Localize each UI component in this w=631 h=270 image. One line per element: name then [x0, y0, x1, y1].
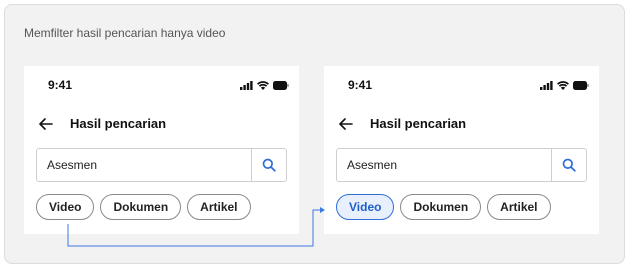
search-input[interactable] — [37, 149, 251, 181]
chip-video[interactable]: Video — [36, 194, 95, 220]
status-bar: 9:41 — [324, 76, 599, 92]
wifi-icon — [557, 80, 569, 90]
status-time: 9:41 — [348, 78, 373, 92]
search-box — [36, 148, 287, 182]
search-icon — [262, 158, 276, 172]
app-bar: Hasil pencarian — [324, 114, 599, 136]
phone-screen-after: 9:41 Hasil pencarian Asesmen Video Dokum… — [324, 66, 599, 234]
search-button[interactable] — [251, 149, 286, 181]
search-icon — [562, 158, 576, 172]
search-button[interactable] — [551, 149, 586, 181]
arrow-left-icon[interactable] — [338, 116, 354, 132]
filter-chips: Video Dokumen Artikel — [336, 194, 551, 220]
app-bar: Hasil pencarian — [24, 114, 299, 136]
wifi-icon — [257, 80, 269, 90]
search-box — [336, 148, 587, 182]
arrow-left-icon[interactable] — [38, 116, 54, 132]
battery-icon — [273, 80, 289, 90]
flow-caption: Memfilter hasil pencarian hanya video — [24, 26, 226, 40]
chip-dokumen[interactable]: Dokumen — [400, 194, 482, 220]
chip-video-selected[interactable]: Video — [336, 194, 395, 220]
search-input[interactable] — [337, 149, 551, 181]
page-title: Hasil pencarian — [370, 116, 467, 131]
status-time: 9:41 — [48, 78, 73, 92]
status-icons — [540, 79, 589, 91]
status-icons — [240, 79, 289, 91]
status-bar: 9:41 — [24, 76, 299, 92]
signal-icon — [240, 80, 253, 90]
chip-dokumen[interactable]: Dokumen — [100, 194, 182, 220]
phone-screen-before: 9:41 Hasil pencarian Asesmen Video Dokum… — [24, 66, 299, 234]
chip-artikel[interactable]: Artikel — [187, 194, 251, 220]
battery-icon — [573, 80, 589, 90]
signal-icon — [540, 80, 553, 90]
filter-chips: Video Dokumen Artikel — [36, 194, 251, 220]
page-title: Hasil pencarian — [70, 116, 167, 131]
chip-artikel[interactable]: Artikel — [487, 194, 551, 220]
